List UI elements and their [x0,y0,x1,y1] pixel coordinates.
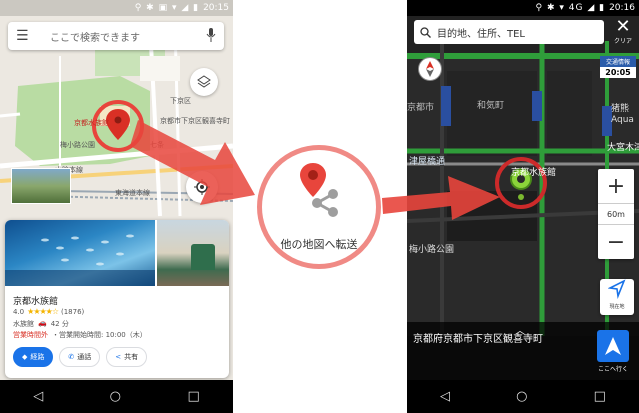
map-label-kyoto-center: 京都市 [407,103,435,113]
directions-label: 経路 [30,353,45,361]
traffic-label: 交通情報 [600,56,636,67]
zoom-in-button[interactable]: + [598,169,634,203]
left-phone-screen: ⚲ ✱ ▣ ▾ ◢ ▮ 20:15 京都水族館 梅小路公園 京都市下京区観喜寺町… [0,0,233,413]
directions-icon: ◆ [22,353,28,361]
right-phone-screen: ⚲ ✱ ▾ 4G ◢ ▮ 20:16 目的地、住所、TEL ✕ クリア 交通情報… [407,0,639,413]
open-status: 営業時間外 [13,331,48,339]
current-location-label: 現在地 [609,304,625,310]
my-location-button[interactable] [186,171,218,203]
call-label: 通話 [77,353,92,361]
zoom-control: + 60m − [598,169,634,259]
current-location-button[interactable]: 現在地 [600,279,634,315]
transfer-label: 他の地図へ転送 [280,238,358,251]
home-icon[interactable]: ○ [516,389,527,404]
android-nav-bar: ◁ ○ □ [0,380,233,413]
aquarium-photo[interactable] [5,220,155,286]
map-label-inokuma: 猪熊 [611,104,630,114]
call-button[interactable]: ✆ 通話 [59,347,101,367]
zoom-out-button[interactable]: − [598,225,634,259]
map-label-aqua: Aqua [611,115,634,125]
compass-icon [426,61,434,77]
share-button[interactable]: < 共有 [106,347,148,367]
search-placeholder[interactable]: 目的地、住所、TEL [437,25,525,40]
traffic-info[interactable]: 交通情報 20:05 [600,56,636,78]
address-text: 京都府京都市下京区観喜寺町 [413,334,543,345]
menu-icon[interactable]: ☰ [16,28,32,44]
map-label-aquarium[interactable]: 京都水族館 [74,118,109,128]
mic-icon[interactable] [206,27,216,45]
status-icons: ⚲ ✱ ▣ ▾ ◢ ▮ [134,3,200,13]
map-label-shichijo: 七条 [150,141,164,149]
phone-icon: ✆ [68,353,75,361]
search-bar[interactable]: ☰ ここで検索できます [8,22,224,50]
back-icon[interactable]: ◁ [440,389,450,404]
home-icon[interactable]: ○ [110,389,121,404]
map-label-tokaido-line: 東海道本線 [115,189,150,197]
status-time: 20:15 [203,3,229,13]
recents-icon[interactable]: □ [187,389,199,404]
place-card[interactable]: 京都水族館 4.0 ★★★★☆ (1876) 水族館 🚗 42 分 営業時間外 … [5,220,229,378]
share-icon: < [115,353,122,361]
rating-stars: ★★★★☆ [27,307,59,316]
clear-button[interactable]: ✕ クリア [609,18,637,46]
search-placeholder[interactable]: ここで検索できます [32,29,206,44]
compass-button[interactable] [418,57,442,81]
directions-button[interactable]: ◆ 経路 [13,347,54,367]
drive-time: 42 分 [50,320,69,328]
status-icons: ⚲ ✱ ▾ 4G ◢ ▮ [535,3,606,13]
place-category: 水族館 [13,320,34,328]
status-bar: ⚲ ✱ ▣ ▾ ◢ ▮ 20:15 [0,0,233,16]
review-count: (1876) [61,307,85,316]
share-label: 共有 [124,353,139,361]
map-label-kamikyo: 下京区 [170,97,191,105]
action-chips: ◆ 経路 ✆ 通話 < 共有 [13,347,148,367]
hours-row: 営業時間外 ・営業開始時間: 10:00（木） [13,330,147,340]
map-label-omiya: 大宮木津 [607,143,639,153]
address-panel[interactable]: ︿ 京都府京都市下京区観喜寺町 ここへ行く [407,322,639,380]
rating-row: 4.0 ★★★★☆ (1876) [13,307,84,316]
close-icon: ✕ [615,16,631,37]
scale-indicator: 60m [598,203,634,225]
street-view-thumbnail[interactable] [11,168,71,204]
navigate-icon [605,337,621,355]
car-icon: 🚗 [38,319,47,327]
navigation-arrow-icon [607,279,626,300]
map-label-umekoji-park: 梅小路公園 [409,245,455,255]
status-bar: ⚲ ✱ ▾ 4G ◢ ▮ 20:16 [407,0,639,16]
category-row: 水族館 🚗 42 分 [13,319,69,329]
opening-time: ・営業開始時間: 10:00（木） [52,331,147,339]
share-icon [312,189,338,217]
search-icon [420,26,431,38]
destination-search[interactable]: 目的地、住所、TEL [414,20,604,44]
status-time: 20:16 [609,3,635,13]
map-label-aquarium[interactable]: 京都水族館 [511,165,556,178]
recents-icon[interactable]: □ [594,389,606,404]
place-name: 京都水族館 [13,297,59,307]
android-nav-bar: ◁ ○ □ [407,380,639,413]
map-label-tsumeya: 津屋橋通 [409,157,446,167]
map-label-umekoji-park[interactable]: 梅小路公園 [60,140,95,150]
layers-button[interactable] [190,68,218,96]
map-label-wanami: 和気町 [477,101,505,111]
go-here-button[interactable]: ここへ行く [595,330,631,376]
map-label-address-area: 京都市下京区観喜寺町 [160,117,230,125]
back-icon[interactable]: ◁ [33,389,43,404]
layers-icon [197,75,211,88]
clock: 20:05 [600,67,636,78]
clear-label: クリア [613,38,632,45]
rating-value: 4.0 [13,307,25,316]
tram-photo[interactable] [157,220,229,286]
crosshair-icon [194,179,210,195]
go-here-label: ここへ行く [597,366,628,373]
